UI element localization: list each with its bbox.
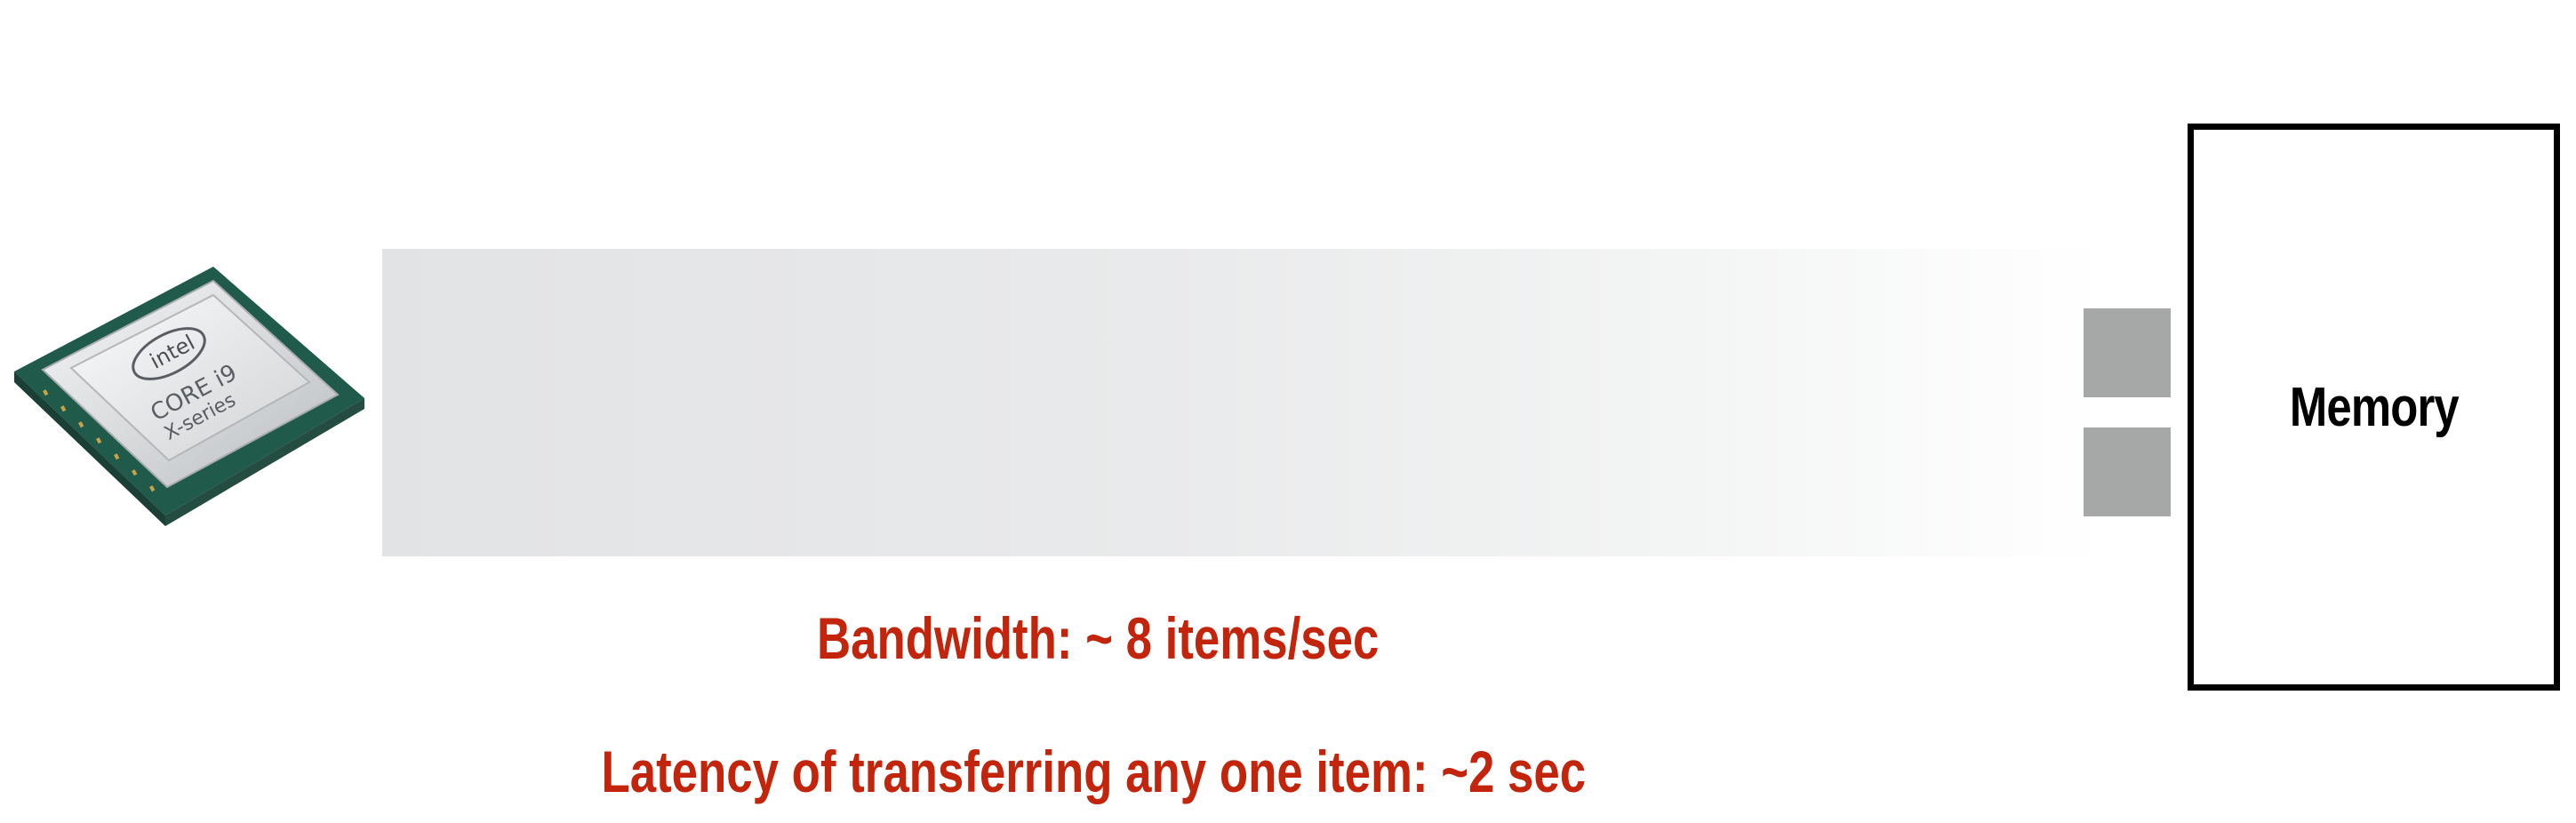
memory-box: Memory (2188, 124, 2560, 691)
latency-text: Latency of transferring any one item: ~2… (601, 739, 1586, 804)
bandwidth-caption: Bandwidth: ~ 8 items/sec (0, 604, 2187, 672)
transfer-pipe (382, 249, 2107, 556)
memory-label: Memory (2289, 376, 2459, 438)
cpu-chip-icon: intel CORE i9 X-series (7, 249, 372, 551)
data-item (2084, 308, 2171, 397)
latency-caption: Latency of transferring any one item: ~2… (0, 738, 2187, 805)
data-item (2084, 427, 2171, 516)
bandwidth-text: Bandwidth: ~ 8 items/sec (816, 605, 1380, 671)
